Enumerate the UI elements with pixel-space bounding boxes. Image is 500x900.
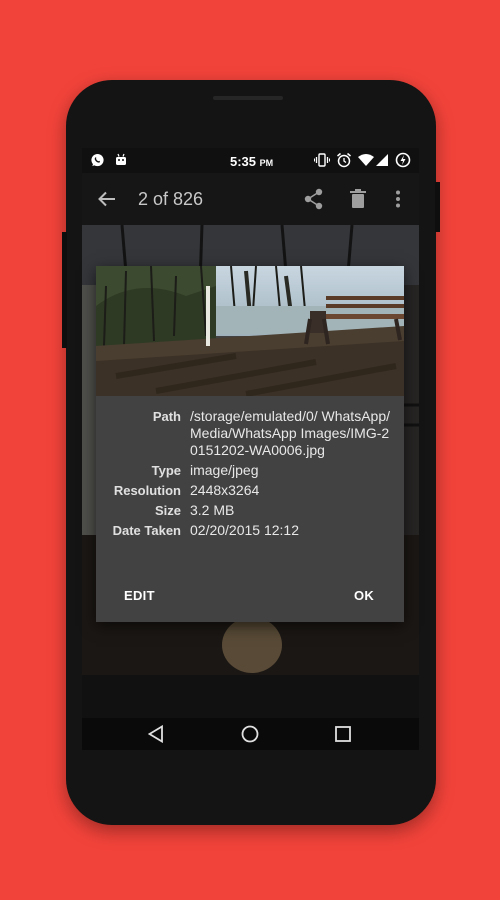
app-toolbar bbox=[82, 173, 419, 225]
android-icon bbox=[116, 153, 126, 165]
vibrate-icon bbox=[314, 153, 330, 167]
image-counter-title: 2 of 826 bbox=[138, 189, 204, 209]
property-label: Path bbox=[152, 409, 181, 424]
alarm-icon bbox=[337, 152, 351, 168]
arrow-left-icon[interactable] bbox=[98, 191, 116, 207]
property-row-type: Type image/jpeg bbox=[96, 462, 404, 479]
dialog-photo-preview bbox=[96, 266, 404, 396]
navigation-bar bbox=[82, 718, 419, 750]
status-ampm: PM bbox=[259, 158, 274, 168]
status-time: 5:35 PM bbox=[230, 154, 273, 169]
property-value: 02/20/2015 12:12 bbox=[190, 522, 299, 538]
property-label: Type bbox=[151, 463, 181, 478]
property-row-path: Path /storage/emulated/0/ WhatsApp/Media… bbox=[96, 408, 404, 459]
speaker-grille bbox=[213, 96, 283, 100]
battery-charging-icon bbox=[395, 152, 411, 168]
volume-button bbox=[435, 182, 440, 232]
viewer-bottom-area bbox=[82, 675, 419, 718]
properties-list: Path /storage/emulated/0/ WhatsApp/Media… bbox=[96, 408, 404, 542]
property-row-size: Size 3.2 MB bbox=[96, 502, 404, 519]
home-circle-icon[interactable] bbox=[241, 725, 259, 743]
property-row-resolution: Resolution 2448x3264 bbox=[96, 482, 404, 499]
property-label: Size bbox=[154, 503, 181, 518]
signal-icon bbox=[376, 154, 388, 166]
property-value: image/jpeg bbox=[190, 462, 259, 478]
power-button bbox=[62, 232, 67, 348]
recents-square-icon[interactable] bbox=[335, 726, 351, 742]
back-triangle-icon[interactable] bbox=[148, 725, 164, 743]
status-bar: 5:35 PM bbox=[82, 148, 419, 173]
property-label: Date Taken bbox=[112, 523, 181, 538]
ok-button[interactable]: OK bbox=[354, 588, 374, 603]
delete-icon[interactable] bbox=[350, 189, 366, 209]
wifi-icon bbox=[358, 154, 374, 166]
share-icon[interactable] bbox=[304, 188, 324, 210]
edit-button[interactable]: EDIT bbox=[124, 588, 155, 603]
property-value: /storage/emulated/0/ WhatsApp/Media/What… bbox=[190, 408, 390, 458]
property-value: 2448x3264 bbox=[190, 482, 260, 498]
more-vert-icon[interactable] bbox=[395, 190, 401, 208]
whatsapp-icon bbox=[91, 153, 104, 167]
photo-thumbnail bbox=[96, 266, 404, 396]
property-value: 3.2 MB bbox=[190, 502, 235, 518]
property-row-date-taken: Date Taken 02/20/2015 12:12 bbox=[96, 522, 404, 539]
status-time-value: 5:35 bbox=[230, 154, 257, 169]
properties-dialog: Path /storage/emulated/0/ WhatsApp/Media… bbox=[96, 266, 404, 622]
property-label: Resolution bbox=[113, 483, 181, 498]
